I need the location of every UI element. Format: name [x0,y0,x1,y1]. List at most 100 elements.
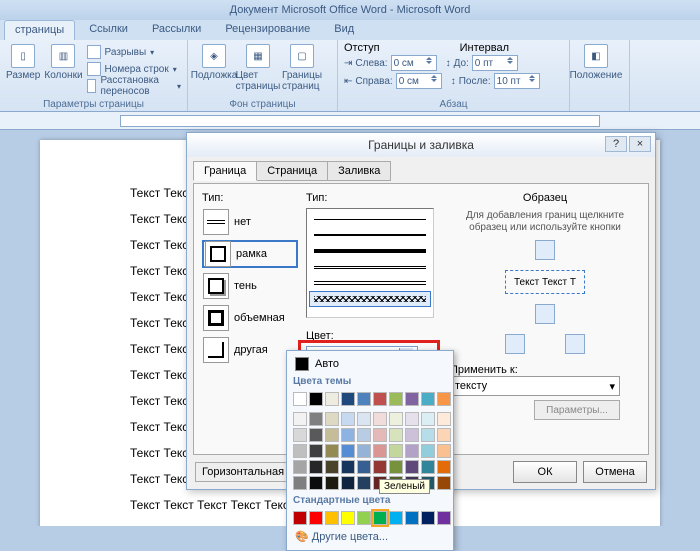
color-swatch[interactable] [437,412,451,426]
color-swatch[interactable] [373,428,387,442]
style-custom[interactable]: другая [202,336,298,364]
parameters-button[interactable]: Параметры... [534,400,620,420]
color-swatch[interactable] [357,428,371,442]
color-swatch[interactable] [405,511,419,525]
color-swatch[interactable] [293,476,307,490]
other-colors-button[interactable]: 🎨 Другие цвета... [291,527,449,546]
color-swatch[interactable] [309,412,323,426]
color-swatch[interactable] [325,511,339,525]
dialog-title-bar[interactable]: Границы и заливка ? × [187,133,655,157]
color-swatch[interactable] [309,428,323,442]
color-swatch[interactable] [437,460,451,474]
color-swatch[interactable] [309,476,323,490]
position-button[interactable]: ◧Положение [576,42,616,109]
color-swatch[interactable] [357,511,371,525]
color-swatch[interactable] [357,476,371,490]
color-swatch[interactable] [421,444,435,458]
preview-top-button[interactable] [535,240,555,260]
color-swatch[interactable] [293,444,307,458]
preview-right-button[interactable] [565,334,585,354]
color-swatch[interactable] [373,412,387,426]
dialog-help-button[interactable]: ? [605,136,627,152]
color-swatch[interactable] [309,444,323,458]
breaks-button[interactable]: Разрывы▾ [87,44,181,60]
color-swatch[interactable] [293,511,307,525]
color-swatch[interactable] [389,460,403,474]
line-solid[interactable] [309,211,431,227]
color-auto-row[interactable]: Авто [291,355,449,373]
preview-left-button[interactable] [505,334,525,354]
color-swatch[interactable] [437,511,451,525]
line-thicker[interactable] [309,243,431,259]
color-swatch[interactable] [437,444,451,458]
color-swatch[interactable] [405,428,419,442]
color-swatch[interactable] [293,412,307,426]
color-swatch[interactable] [389,511,403,525]
tab-shading[interactable]: Заливка [327,161,391,181]
color-swatch[interactable] [325,392,339,406]
color-swatch[interactable] [341,412,355,426]
tab-border[interactable]: Граница [193,161,257,181]
color-swatch[interactable] [309,392,323,406]
color-swatch[interactable] [341,511,355,525]
color-swatch[interactable] [293,392,307,406]
spacing-after-input[interactable]: 10 пт [494,73,540,89]
tab-page[interactable]: Страница [256,161,328,181]
line-double[interactable] [309,259,431,275]
color-swatch[interactable] [325,428,339,442]
color-swatch[interactable] [373,444,387,458]
color-swatch[interactable] [421,412,435,426]
color-swatch[interactable] [341,392,355,406]
color-swatch[interactable] [357,460,371,474]
color-swatch[interactable] [389,428,403,442]
indent-left-input[interactable]: 0 см [391,55,437,71]
horizontal-ruler[interactable] [0,112,700,130]
color-swatch[interactable] [437,476,451,490]
color-swatch[interactable] [405,444,419,458]
indent-right-input[interactable]: 0 см [396,73,442,89]
color-swatch[interactable] [437,392,451,406]
color-swatch[interactable] [341,476,355,490]
color-swatch[interactable] [325,412,339,426]
color-swatch[interactable] [341,444,355,458]
color-swatch[interactable] [405,392,419,406]
color-swatch[interactable] [421,511,435,525]
ok-button[interactable]: ОК [513,461,577,483]
color-swatch[interactable] [373,392,387,406]
spacing-before-input[interactable]: 0 пт [472,55,518,71]
color-swatch[interactable] [293,460,307,474]
ribbon-tab-view[interactable]: Вид [324,20,364,40]
style-shadow[interactable]: тень [202,272,298,300]
color-swatch[interactable] [341,460,355,474]
color-swatch[interactable] [357,392,371,406]
line-zigzag[interactable] [309,291,431,307]
color-swatch[interactable] [421,392,435,406]
preview-sample[interactable]: Текст Текст Т [505,270,585,294]
color-swatch[interactable] [357,444,371,458]
ribbon-tab-mail[interactable]: Рассылки [142,20,211,40]
line-double2[interactable] [309,275,431,291]
color-swatch[interactable] [373,460,387,474]
color-swatch[interactable] [341,428,355,442]
color-swatch[interactable] [309,460,323,474]
color-swatch[interactable] [405,412,419,426]
color-swatch[interactable] [421,428,435,442]
style-box[interactable]: рамка [202,240,298,268]
color-swatch[interactable] [389,412,403,426]
color-swatch[interactable] [293,428,307,442]
dialog-close-button[interactable]: × [629,136,651,152]
color-swatch[interactable] [373,511,387,525]
preview-bottom-button[interactable] [535,304,555,324]
ribbon-tab-refs[interactable]: Ссылки [79,20,138,40]
color-swatch[interactable] [325,476,339,490]
color-swatch[interactable] [405,460,419,474]
color-swatch[interactable] [389,392,403,406]
cancel-button[interactable]: Отмена [583,461,647,483]
applyto-select[interactable]: тексту▾ [450,376,620,396]
style-none[interactable]: нет [202,208,298,236]
color-swatch[interactable] [357,412,371,426]
line-thick[interactable] [309,227,431,243]
color-swatch[interactable] [325,460,339,474]
style-3d[interactable]: объемная [202,304,298,332]
color-swatch[interactable] [421,460,435,474]
